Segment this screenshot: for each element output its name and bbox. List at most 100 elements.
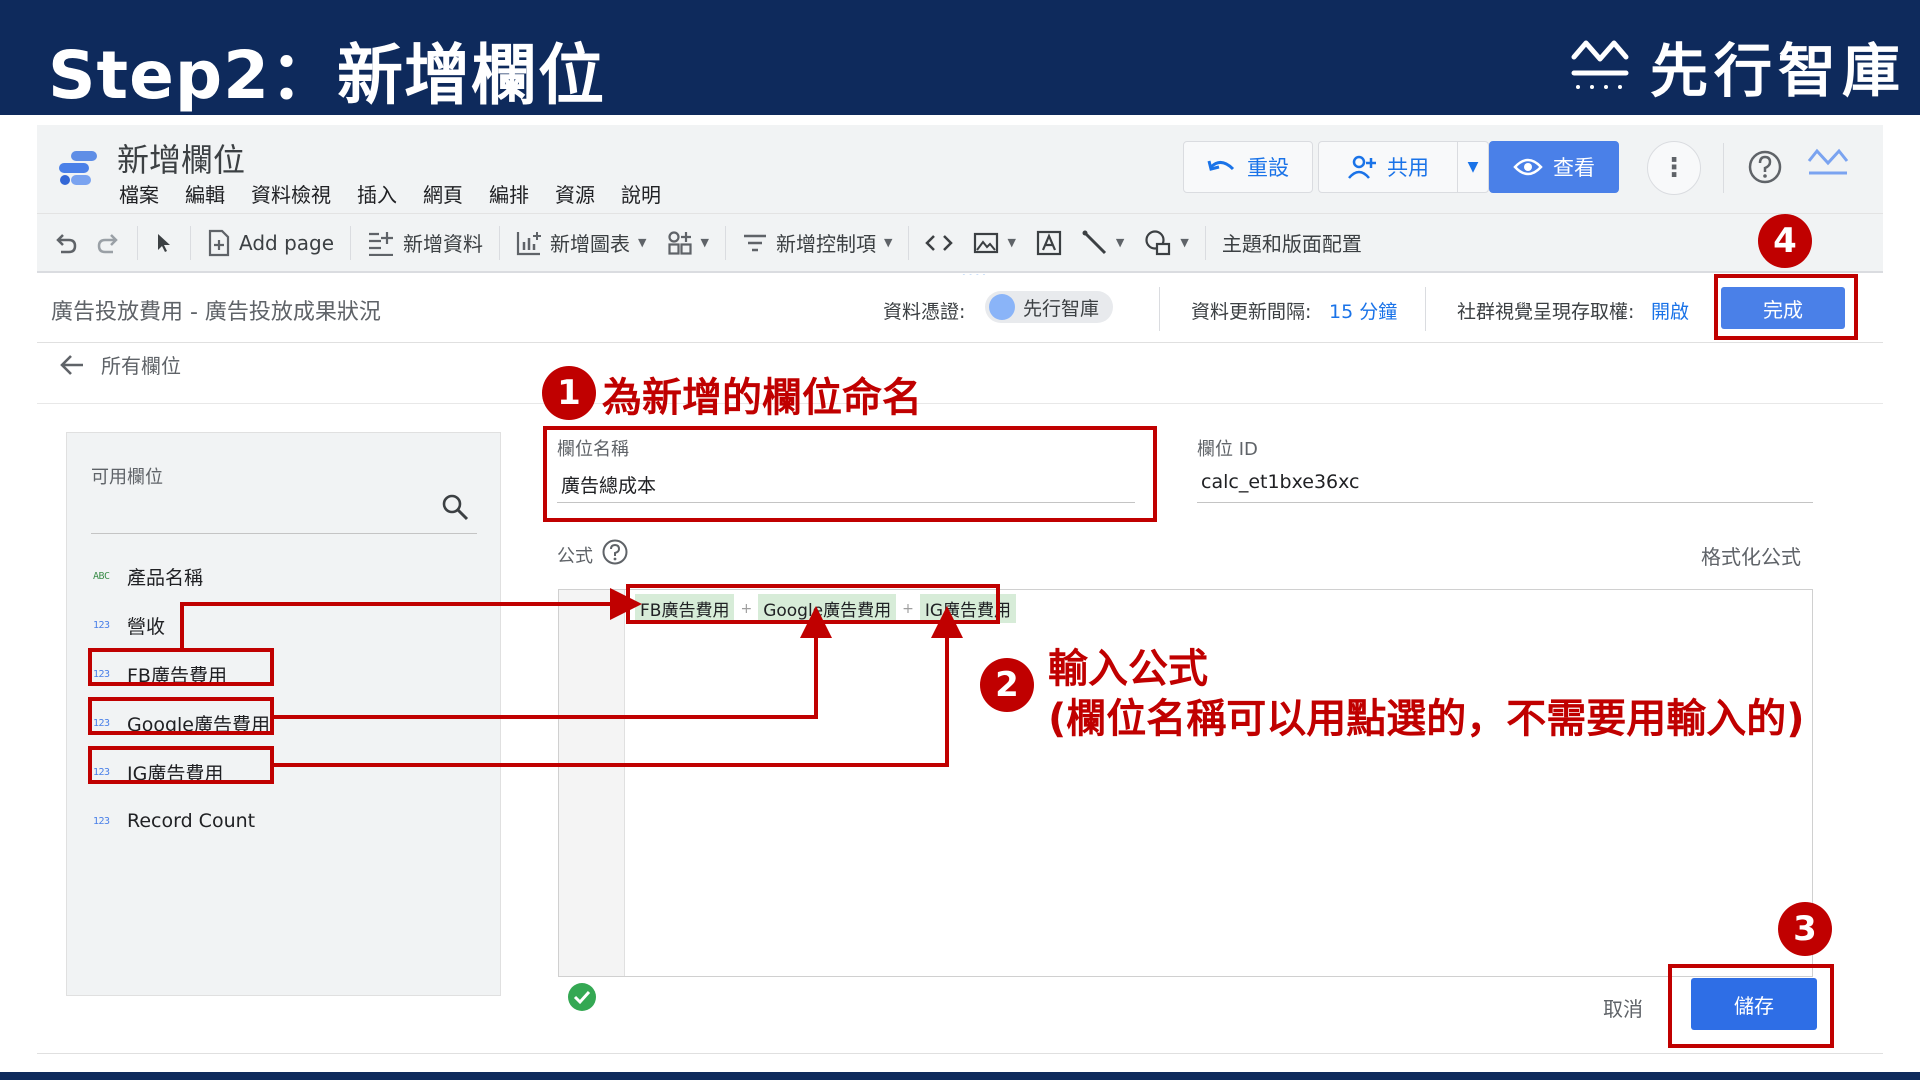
share-label: 共用 bbox=[1387, 156, 1429, 180]
code-icon bbox=[925, 234, 954, 251]
chevron-down-icon: ▼ bbox=[1467, 159, 1479, 175]
help-icon[interactable] bbox=[1745, 147, 1785, 187]
menu-edit[interactable]: 編輯 bbox=[185, 179, 225, 208]
line-number: 1 bbox=[613, 602, 621, 616]
annotation-box-field-name bbox=[543, 426, 1157, 522]
step-1-text: 為新增的欄位命名 bbox=[602, 375, 922, 421]
step-3-badge: 3 bbox=[1778, 902, 1832, 956]
view-button[interactable]: 查看 bbox=[1489, 141, 1619, 193]
avatar bbox=[989, 294, 1015, 320]
account-logo-icon[interactable] bbox=[1805, 145, 1851, 191]
add-data-button[interactable]: 新增資料 bbox=[357, 228, 493, 257]
insert-line-button[interactable]: ▼ bbox=[1072, 230, 1134, 256]
step-4-badge: 4 bbox=[1758, 214, 1812, 268]
field-name: 營收 bbox=[127, 615, 166, 638]
share-dropdown-button[interactable]: ▼ bbox=[1457, 141, 1489, 193]
credentials-chip[interactable]: 先行智庫 bbox=[985, 291, 1114, 323]
info-divider bbox=[1159, 287, 1160, 331]
search-underline bbox=[91, 533, 477, 534]
insert-text-button[interactable] bbox=[1026, 230, 1072, 256]
menu-help[interactable]: 說明 bbox=[621, 179, 661, 208]
step-2-badge: 2 bbox=[980, 658, 1034, 712]
brand: 先行智庫 bbox=[1570, 24, 1906, 108]
search-icon[interactable] bbox=[441, 493, 469, 521]
report-title[interactable]: 新增欄位 bbox=[117, 135, 245, 181]
brand-name: 先行智庫 bbox=[1649, 37, 1906, 105]
add-page-label: Add page bbox=[239, 230, 335, 255]
add-control-button[interactable]: 新增控制項 ▼ bbox=[732, 228, 902, 257]
add-data-icon bbox=[369, 231, 394, 256]
back-label: 所有欄位 bbox=[101, 354, 181, 378]
data-studio-logo-icon bbox=[59, 151, 97, 185]
add-chart-icon bbox=[516, 231, 542, 255]
refresh-label: 資料更新間隔: bbox=[1191, 301, 1312, 323]
window-bottom-border bbox=[37, 1053, 1883, 1054]
add-data-label: 新增資料 bbox=[403, 232, 484, 256]
select-button[interactable] bbox=[144, 232, 184, 254]
add-component-button[interactable]: ▼ bbox=[657, 230, 719, 256]
toolbar-divider bbox=[190, 225, 191, 260]
field-name: 產品名稱 bbox=[127, 566, 204, 589]
reset-label: 重設 bbox=[1247, 156, 1289, 180]
embed-code-button[interactable] bbox=[915, 233, 963, 253]
redo-icon bbox=[97, 233, 118, 253]
menu-view[interactable]: 資料檢視 bbox=[251, 179, 331, 208]
social-access-label: 社群視覺呈現存取權: bbox=[1457, 301, 1635, 323]
field-id-input[interactable]: calc_et1bxe36xc bbox=[1201, 471, 1360, 493]
image-icon bbox=[974, 232, 999, 253]
undo-button[interactable] bbox=[37, 232, 87, 254]
toolbar-divider bbox=[724, 225, 726, 260]
insert-shape-button[interactable]: ▼ bbox=[1134, 229, 1198, 257]
shape-icon bbox=[1145, 229, 1171, 255]
add-page-icon bbox=[208, 229, 230, 256]
menu-resource[interactable]: 資源 bbox=[555, 179, 595, 208]
chevron-down-icon: ▼ bbox=[1180, 236, 1189, 249]
menu-insert[interactable]: 插入 bbox=[357, 179, 397, 208]
cancel-button[interactable]: 取消 bbox=[1603, 993, 1643, 1022]
help-circle-icon[interactable] bbox=[601, 538, 629, 566]
line-gutter: 1 bbox=[559, 590, 625, 976]
toolbar: Add page 新增資料 新增圖表 ▼ ▼ 新增控制項 ▼ ▼ ▼ ▼ 主題和… bbox=[37, 213, 1883, 273]
field-id-underline bbox=[1197, 502, 1813, 503]
insert-image-button[interactable]: ▼ bbox=[963, 230, 1025, 256]
field-name: Record Count bbox=[127, 810, 256, 832]
redo-button[interactable] bbox=[87, 232, 131, 254]
field-item-revenue[interactable]: 123 營收 bbox=[87, 608, 171, 642]
more-options-button[interactable]: ⋮ bbox=[1647, 141, 1701, 195]
arrow-back-icon bbox=[60, 354, 83, 375]
menu-bar: 檔案 編輯 資料檢視 插入 網頁 編排 資源 說明 bbox=[119, 179, 687, 208]
back-to-all-fields[interactable]: 所有欄位 bbox=[59, 350, 181, 379]
menu-page[interactable]: 網頁 bbox=[423, 179, 463, 208]
annotation-box-save bbox=[1668, 964, 1834, 1048]
field-item-product-name[interactable]: ABC 產品名稱 bbox=[87, 559, 209, 593]
share-button[interactable]: 共用 bbox=[1318, 141, 1458, 193]
menu-file[interactable]: 檔案 bbox=[119, 179, 159, 208]
credentials-value: 先行智庫 bbox=[1023, 297, 1100, 320]
social-access-link[interactable]: 開啟 bbox=[1651, 297, 1689, 324]
theme-layout-label: 主題和版面配置 bbox=[1221, 232, 1362, 256]
field-item-record-count[interactable]: 123 Record Count bbox=[87, 804, 261, 838]
toolbar-divider bbox=[1204, 225, 1206, 260]
chevron-down-icon: ▼ bbox=[883, 236, 893, 249]
reset-button[interactable]: 重設 bbox=[1183, 141, 1313, 193]
toolbar-divider bbox=[137, 225, 138, 260]
section-divider bbox=[37, 403, 1883, 404]
format-formula-link[interactable]: 格式化公式 bbox=[1701, 541, 1801, 570]
title-bar: 新增欄位 檔案 編輯 資料檢視 插入 網頁 編排 資源 說明 重設 共用 ▼ 查… bbox=[37, 125, 1883, 213]
theme-layout-button[interactable]: 主題和版面配置 bbox=[1212, 228, 1372, 257]
cursor-arrow-icon bbox=[158, 233, 170, 252]
add-person-icon bbox=[1348, 155, 1376, 179]
brand-logo-icon bbox=[1571, 40, 1629, 89]
chevron-down-icon: ▼ bbox=[1115, 236, 1125, 249]
datasource-info-bar: 廣告投放費用 - 廣告投放成果狀況 資料憑證: 先行智庫 資料更新間隔: 15 … bbox=[37, 275, 1883, 343]
add-page-button[interactable]: Add page bbox=[197, 229, 344, 257]
refresh-interval-link[interactable]: 15 分鐘 bbox=[1329, 297, 1397, 324]
annotation-box-fb-field bbox=[88, 648, 274, 686]
credentials-label: 資料憑證: bbox=[883, 301, 966, 323]
add-chart-button[interactable]: 新增圖表 ▼ bbox=[506, 228, 656, 257]
annotation-box-done bbox=[1714, 274, 1858, 340]
menu-arrange[interactable]: 編排 bbox=[489, 179, 529, 208]
slide-title: Step2：新增欄位 bbox=[48, 37, 606, 114]
number-type-icon: 123 bbox=[93, 815, 110, 827]
datasource-name[interactable]: 廣告投放費用 - 廣告投放成果狀況 bbox=[51, 294, 381, 326]
